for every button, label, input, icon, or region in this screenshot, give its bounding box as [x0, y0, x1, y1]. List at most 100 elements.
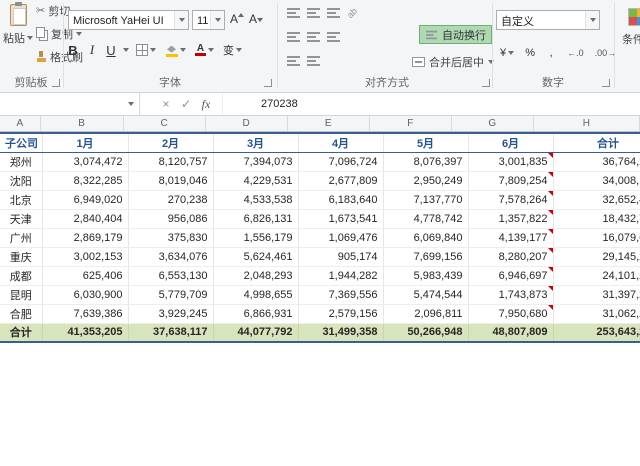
- number-dialog-launcher-icon[interactable]: [602, 79, 610, 87]
- align-bottom-icon[interactable]: [327, 8, 340, 18]
- cell[interactable]: 1,357,822: [468, 209, 553, 228]
- cell[interactable]: 5,474,544: [383, 285, 468, 304]
- comma-style-button[interactable]: ,: [544, 43, 558, 63]
- cell[interactable]: 375,830: [128, 228, 213, 247]
- cell[interactable]: 7,950,680: [468, 304, 553, 323]
- cancel-button[interactable]: ×: [156, 97, 176, 111]
- cell[interactable]: 24,101,247: [553, 266, 640, 285]
- formula-input[interactable]: 270238: [222, 93, 640, 115]
- cell[interactable]: 4,139,177: [468, 228, 553, 247]
- column-header-A[interactable]: A: [0, 116, 41, 131]
- align-top-icon[interactable]: [287, 8, 300, 18]
- cell[interactable]: 29,145,227: [553, 247, 640, 266]
- cell[interactable]: 8,120,757: [128, 152, 213, 171]
- cell[interactable]: 3,002,153: [42, 247, 128, 266]
- column-header-B[interactable]: B: [41, 116, 124, 131]
- number-format-dropdown[interactable]: [585, 11, 599, 29]
- cell[interactable]: 沈阳: [0, 171, 42, 190]
- increase-indent-icon[interactable]: [307, 56, 320, 66]
- cell[interactable]: 重庆: [0, 247, 42, 266]
- cell[interactable]: 4,533,538: [213, 190, 298, 209]
- cell[interactable]: 2,048,293: [213, 266, 298, 285]
- cell[interactable]: 956,086: [128, 209, 213, 228]
- cell[interactable]: 广州: [0, 228, 42, 247]
- font-name-dropdown[interactable]: [174, 11, 188, 29]
- font-size-dropdown[interactable]: [210, 11, 224, 29]
- total-cell[interactable]: 31,499,358: [298, 323, 383, 342]
- header-cell[interactable]: 4月: [298, 133, 383, 152]
- cell[interactable]: 7,809,254: [468, 171, 553, 190]
- header-cell[interactable]: 1月: [42, 133, 128, 152]
- cell[interactable]: 4,778,742: [383, 209, 468, 228]
- enter-button[interactable]: ✓: [176, 97, 196, 111]
- total-cell[interactable]: 37,638,117: [128, 323, 213, 342]
- cell[interactable]: 成都: [0, 266, 42, 285]
- align-left-icon[interactable]: [287, 32, 300, 42]
- number-format-select[interactable]: 自定义: [496, 10, 600, 30]
- cell[interactable]: 270,238: [128, 190, 213, 209]
- cell[interactable]: 6,866,931: [213, 304, 298, 323]
- name-box-dropdown[interactable]: [123, 102, 139, 106]
- cell[interactable]: 4,229,531: [213, 171, 298, 190]
- clipboard-dialog-launcher-icon[interactable]: [52, 79, 60, 87]
- column-header-G[interactable]: G: [452, 116, 534, 131]
- header-cell[interactable]: 合计: [553, 133, 640, 152]
- chevron-down-icon[interactable]: [123, 48, 129, 52]
- total-cell[interactable]: 41,353,205: [42, 323, 128, 342]
- cell[interactable]: 6,069,840: [383, 228, 468, 247]
- cell[interactable]: 7,137,770: [383, 190, 468, 209]
- cell[interactable]: 2,840,404: [42, 209, 128, 228]
- alignment-dialog-launcher-icon[interactable]: [482, 79, 490, 87]
- total-cell[interactable]: 48,807,809: [468, 323, 553, 342]
- column-header-E[interactable]: E: [288, 116, 370, 131]
- cell[interactable]: 31,397,237: [553, 285, 640, 304]
- align-middle-icon[interactable]: [307, 8, 320, 18]
- cell[interactable]: 2,677,809: [298, 171, 383, 190]
- cell[interactable]: 31,062,209: [553, 304, 640, 323]
- cell[interactable]: 5,624,461: [213, 247, 298, 266]
- insert-function-button[interactable]: fx: [196, 97, 216, 112]
- cell[interactable]: 34,008,174: [553, 171, 640, 190]
- cell[interactable]: 3,634,076: [128, 247, 213, 266]
- cell[interactable]: 7,639,386: [42, 304, 128, 323]
- cell[interactable]: 16,079,681: [553, 228, 640, 247]
- cell[interactable]: 6,826,131: [213, 209, 298, 228]
- cell[interactable]: 8,019,046: [128, 171, 213, 190]
- cell[interactable]: 1,673,541: [298, 209, 383, 228]
- paste-button[interactable]: 粘贴: [3, 1, 33, 75]
- orientation-icon[interactable]: ab: [345, 6, 359, 20]
- total-cell[interactable]: 合计: [0, 323, 42, 342]
- cell[interactable]: 3,001,835: [468, 152, 553, 171]
- header-cell[interactable]: 3月: [213, 133, 298, 152]
- total-cell[interactable]: 253,643,229: [553, 323, 640, 342]
- align-center-icon[interactable]: [307, 32, 320, 42]
- header-cell[interactable]: 6月: [468, 133, 553, 152]
- cell[interactable]: 625,406: [42, 266, 128, 285]
- cell[interactable]: 8,076,397: [383, 152, 468, 171]
- cell[interactable]: 6,553,130: [128, 266, 213, 285]
- align-right-icon[interactable]: [327, 32, 340, 42]
- header-cell[interactable]: 5月: [383, 133, 468, 152]
- cell[interactable]: 8,322,285: [42, 171, 128, 190]
- cell[interactable]: 36,764,258: [553, 152, 640, 171]
- name-box[interactable]: [0, 93, 140, 115]
- cell[interactable]: 6,030,900: [42, 285, 128, 304]
- underline-button[interactable]: U: [104, 40, 118, 60]
- cell[interactable]: 32,652,470: [553, 190, 640, 209]
- font-color-button[interactable]: A: [193, 40, 216, 60]
- cell[interactable]: 3,929,245: [128, 304, 213, 323]
- cell[interactable]: 2,869,179: [42, 228, 128, 247]
- cell[interactable]: 2,579,156: [298, 304, 383, 323]
- column-header-C[interactable]: C: [124, 116, 206, 131]
- percent-style-button[interactable]: %: [523, 43, 537, 63]
- cell[interactable]: 天津: [0, 209, 42, 228]
- cell[interactable]: 7,578,264: [468, 190, 553, 209]
- cell[interactable]: 7,699,156: [383, 247, 468, 266]
- conditional-formatting-button[interactable]: 条件格式: [618, 3, 640, 83]
- cell[interactable]: 6,946,697: [468, 266, 553, 285]
- column-header-F[interactable]: F: [370, 116, 452, 131]
- cell[interactable]: 7,394,073: [213, 152, 298, 171]
- header-cell[interactable]: 子公司: [0, 133, 42, 152]
- total-cell[interactable]: 50,266,948: [383, 323, 468, 342]
- cell[interactable]: 3,074,472: [42, 152, 128, 171]
